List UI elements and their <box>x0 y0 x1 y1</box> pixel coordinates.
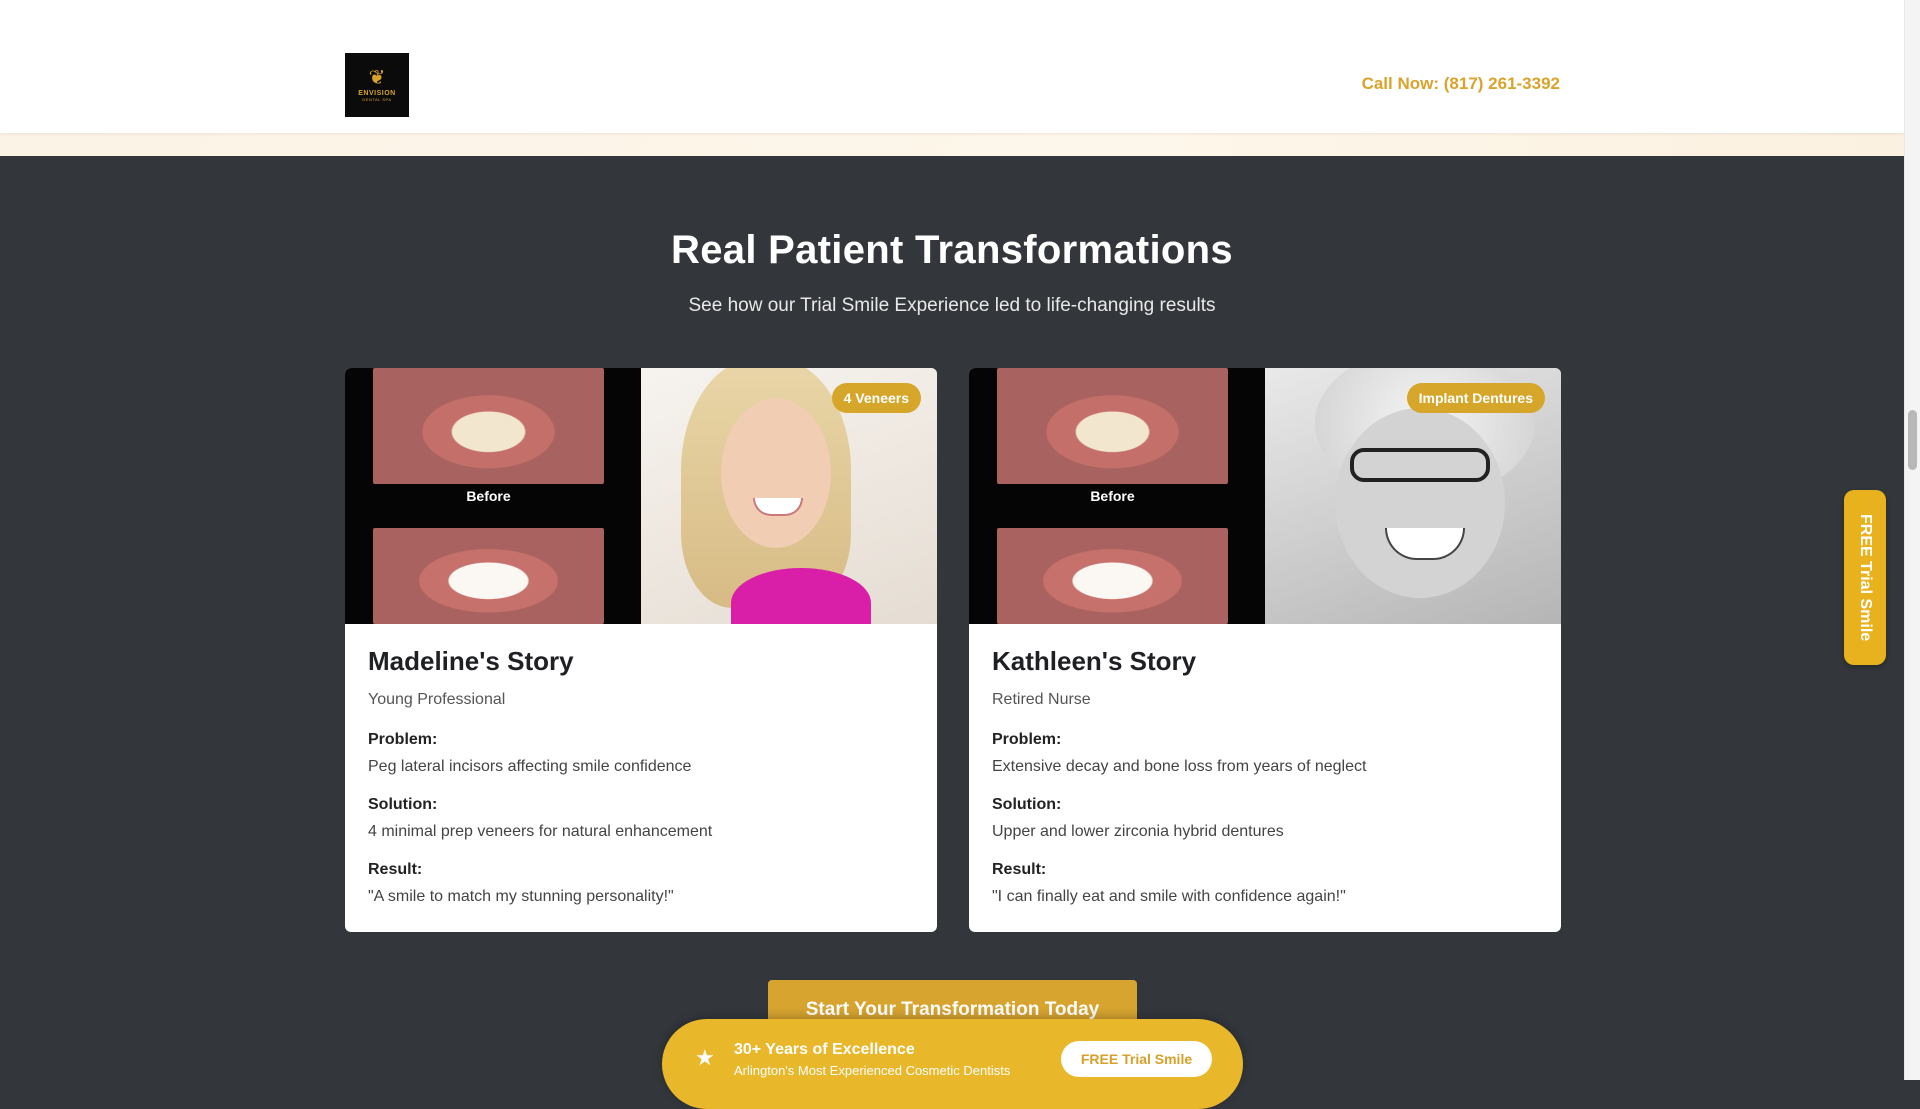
call-now-link[interactable]: Call Now: (817) 261-3392 <box>1362 74 1560 94</box>
logo-flower-icon: ❦ <box>368 67 386 89</box>
story-card: Before Implant Dentures Kathleen's Story… <box>969 368 1561 932</box>
problem-text: Extensive decay and bone loss from years… <box>992 758 1367 775</box>
solution-text: Upper and lower zirconia hybrid dentures <box>992 823 1284 840</box>
portrait-face <box>1335 408 1505 598</box>
free-trial-smile-button[interactable]: FREE Trial Smile <box>1061 1041 1212 1077</box>
story-name: Kathleen's Story <box>992 646 1197 676</box>
problem-label: Problem: <box>368 731 438 748</box>
treatment-badge: Implant Dentures <box>1406 383 1545 413</box>
patient-portrait: Implant Dentures <box>1265 368 1561 624</box>
portrait-face <box>721 398 831 548</box>
bottom-promo-bar: ★ 30+ Years of Excellence Arlington's Mo… <box>662 1019 1243 1109</box>
story-photos: Before Implant Dentures <box>969 368 1561 624</box>
card-body: Madeline's Story Young Professional Prob… <box>345 624 937 932</box>
story-name: Madeline's Story <box>368 646 574 676</box>
before-label: Before <box>1090 488 1135 504</box>
treatment-badge: 4 Veneers <box>831 383 921 413</box>
result-text: "I can finally eat and smile with confid… <box>992 888 1346 905</box>
logo-sub: DENTAL SPA <box>362 97 392 102</box>
site-header: ❦ ENVISION DENTAL SPA Call Now: (817) 26… <box>0 0 1904 133</box>
site-logo[interactable]: ❦ ENVISION DENTAL SPA <box>345 53 409 117</box>
before-label: Before <box>466 488 511 504</box>
logo-brand: ENVISION <box>358 90 396 97</box>
promo-title: 30+ Years of Excellence <box>734 1041 915 1058</box>
before-teeth-image <box>373 368 604 484</box>
before-after-image: Before <box>969 368 1265 624</box>
result-label: Result: <box>992 861 1047 878</box>
after-teeth-image <box>997 528 1228 624</box>
story-role: Retired Nurse <box>992 691 1091 708</box>
scrollbar-thumb[interactable] <box>1908 410 1917 470</box>
portrait-glasses <box>1350 448 1490 482</box>
result-label: Result: <box>368 861 423 878</box>
scrollbar[interactable] <box>1904 0 1920 1080</box>
section-title: Real Patient Transformations <box>671 228 1233 272</box>
problem-text: Peg lateral incisors affecting smile con… <box>368 758 692 775</box>
card-body: Kathleen's Story Retired Nurse Problem: … <box>969 624 1561 932</box>
patient-portrait: 4 Veneers <box>641 368 937 624</box>
problem-label: Problem: <box>992 731 1062 748</box>
header-band <box>0 133 1904 156</box>
story-photos: Before 4 Veneers <box>345 368 937 624</box>
before-teeth-image <box>997 368 1228 484</box>
solution-text: 4 minimal prep veneers for natural enhan… <box>368 823 713 840</box>
after-teeth-image <box>373 528 604 624</box>
side-free-trial-tab[interactable]: FREE Trial Smile <box>1844 490 1886 665</box>
star-icon: ★ <box>695 1045 715 1070</box>
side-tab-label: FREE Trial Smile <box>1857 513 1874 642</box>
story-role: Young Professional <box>368 691 506 708</box>
section-subtitle: See how our Trial Smile Experience led t… <box>688 295 1216 316</box>
result-text: "A smile to match my stunning personalit… <box>368 888 674 905</box>
promo-subtitle: Arlington's Most Experienced Cosmetic De… <box>734 1063 1011 1078</box>
solution-label: Solution: <box>992 796 1062 813</box>
solution-label: Solution: <box>368 796 438 813</box>
before-after-image: Before <box>345 368 641 624</box>
story-card: Before 4 Veneers Madeline's Story Young … <box>345 368 937 932</box>
